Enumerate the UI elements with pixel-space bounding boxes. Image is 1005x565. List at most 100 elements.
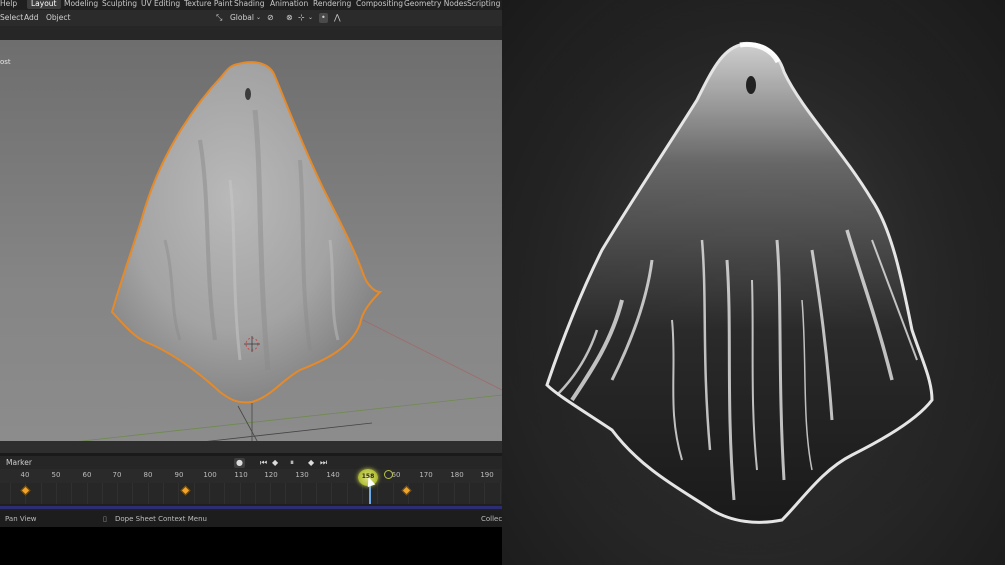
select-menu[interactable]: Select — [0, 13, 23, 23]
timeline-grid-line — [101, 483, 103, 504]
timeline-grid-line — [270, 483, 272, 504]
viewport-header: Select Add Object ⤡ Global ⌄ ⊘ ⊗ ⊹ ⌄ • ⋀ — [0, 10, 502, 26]
ghost-eye — [245, 88, 251, 100]
ruler-tick: 50 — [51, 471, 61, 479]
ruler-tick: 190 — [480, 471, 494, 479]
marker-menu[interactable]: Marker — [6, 458, 32, 467]
jump-end-icon[interactable]: ⏭ — [320, 458, 327, 468]
ruler-tick: 110 — [234, 471, 248, 479]
timeline-grid-line — [361, 483, 363, 504]
status-context-menu: Dope Sheet Context Menu — [115, 515, 207, 523]
record-icon[interactable]: ● — [234, 458, 245, 468]
timeline-grid-line — [239, 483, 241, 504]
tab-modeling[interactable]: Modeling — [64, 0, 98, 9]
ruler-tick: 120 — [264, 471, 278, 479]
tab-scripting[interactable]: Scripting — [467, 0, 500, 9]
timeline-grid-line — [300, 483, 302, 504]
keyframe-marker[interactable] — [20, 485, 31, 496]
tab-animation[interactable]: Animation — [270, 0, 308, 9]
timeline-grid-line — [316, 483, 317, 504]
blender-window: Help Layout Modeling Sculpting UV Editin… — [0, 0, 502, 565]
cursor-highlight-icon — [384, 470, 393, 479]
tab-compositing[interactable]: Compositing — [356, 0, 403, 9]
viewport-footer — [0, 441, 502, 453]
timeline-grid-line — [147, 483, 149, 504]
ruler-tick: 180 — [450, 471, 464, 479]
timeline-grid-line — [469, 483, 470, 504]
timeline-ruler[interactable]: 40 50 60 70 80 90 100 110 120 130 140 60… — [0, 469, 502, 483]
timeline-grid-line — [117, 483, 119, 504]
timeline-grid-line — [193, 483, 195, 504]
tab-layout[interactable]: Layout — [27, 0, 61, 9]
status-pan-view: Pan View — [5, 515, 37, 523]
timeline-grid-line — [86, 483, 88, 504]
tab-sculpting[interactable]: Sculpting — [102, 0, 137, 9]
timeline-grid-line — [285, 483, 287, 504]
timeline-grid-line — [10, 483, 11, 504]
viewport-tool-settings-bar — [0, 26, 502, 40]
keyframe-track[interactable] — [0, 483, 502, 504]
timeline-grid-line — [208, 483, 210, 504]
tab-geometry-nodes[interactable]: Geometry Nodes — [404, 0, 467, 9]
tab-shading[interactable]: Shading — [234, 0, 264, 9]
snap-target-icon[interactable]: ⊹ — [298, 13, 305, 23]
keyframe-marker[interactable] — [180, 485, 191, 496]
timeline-grid-line — [224, 483, 226, 504]
ghost-eye — [746, 76, 756, 94]
y-axis-line — [362, 319, 502, 391]
render-preview — [502, 0, 1005, 565]
letterbox-bar — [0, 527, 502, 565]
tab-uv-editing[interactable]: UV Editing — [141, 0, 180, 9]
viewport-scene — [78, 61, 502, 441]
timeline-grid-line — [423, 483, 425, 504]
keyframe-marker[interactable] — [401, 485, 412, 496]
timeline-scrollbar[interactable] — [0, 504, 502, 511]
timeline-grid-line — [163, 483, 164, 504]
prev-keyframe-icon[interactable]: ◆ — [272, 458, 278, 468]
snap-icon[interactable]: ⊗ — [286, 13, 293, 23]
timeline-grid-line — [55, 483, 57, 504]
mouse-right-icon: ▯ — [103, 515, 107, 523]
ghost-render — [502, 0, 1005, 565]
workspace-tabs-bar: Help Layout Modeling Sculpting UV Editin… — [0, 0, 502, 10]
ruler-tick: 80 — [143, 471, 153, 479]
status-bar: Pan View ▯ Dope Sheet Context Menu Colle… — [0, 511, 502, 527]
pivot-point-icon[interactable]: ⊘ — [267, 13, 274, 23]
transform-orientation-icon[interactable]: ⤡ — [216, 13, 222, 23]
scrollbar-track[interactable] — [0, 506, 502, 509]
object-menu[interactable]: Object — [46, 13, 70, 23]
tab-rendering[interactable]: Rendering — [313, 0, 351, 9]
ruler-tick: 130 — [295, 471, 309, 479]
next-keyframe-icon[interactable]: ◆ — [308, 458, 314, 468]
status-collection: Collect — [481, 515, 502, 523]
ruler-tick: 40 — [20, 471, 30, 479]
timeline-header: Marker ● ⏮ ◆ ⏸ ◆ ⏭ — [0, 456, 502, 469]
timeline-grid-line — [346, 483, 348, 504]
chevron-down-icon: ⌄ — [256, 14, 262, 21]
object-name-label: ost — [0, 58, 11, 66]
timeline-grid-line — [392, 483, 394, 504]
add-menu[interactable]: Add — [24, 13, 39, 23]
timeline-grid-line — [40, 483, 42, 504]
falloff-icon[interactable]: ⋀ — [334, 13, 341, 23]
timeline-grid-line — [132, 483, 134, 504]
ghost-mesh[interactable] — [110, 61, 383, 404]
help-menu[interactable]: Help — [0, 0, 17, 9]
timeline-grid-line — [453, 483, 455, 504]
timeline-grid-line — [178, 483, 180, 504]
jump-start-icon[interactable]: ⏮ — [260, 458, 267, 468]
ruler-tick: 70 — [112, 471, 122, 479]
3d-viewport[interactable]: ost — [0, 40, 502, 441]
ruler-tick: 170 — [419, 471, 433, 479]
tab-texture-paint[interactable]: Texture Paint — [184, 0, 232, 9]
timeline-grid-line — [377, 483, 379, 504]
chevron-down-icon: ⌄ — [308, 14, 314, 21]
timeline-grid-line — [254, 483, 256, 504]
pause-icon[interactable]: ⏸ — [290, 458, 294, 468]
transform-orientation-dropdown[interactable]: Global — [230, 13, 254, 23]
proportional-edit-icon[interactable]: • — [319, 13, 328, 23]
ruler-tick: 100 — [203, 471, 217, 479]
timeline-grid-line — [499, 483, 501, 504]
timeline-grid-line — [71, 483, 73, 504]
timeline-grid-line — [438, 483, 440, 504]
